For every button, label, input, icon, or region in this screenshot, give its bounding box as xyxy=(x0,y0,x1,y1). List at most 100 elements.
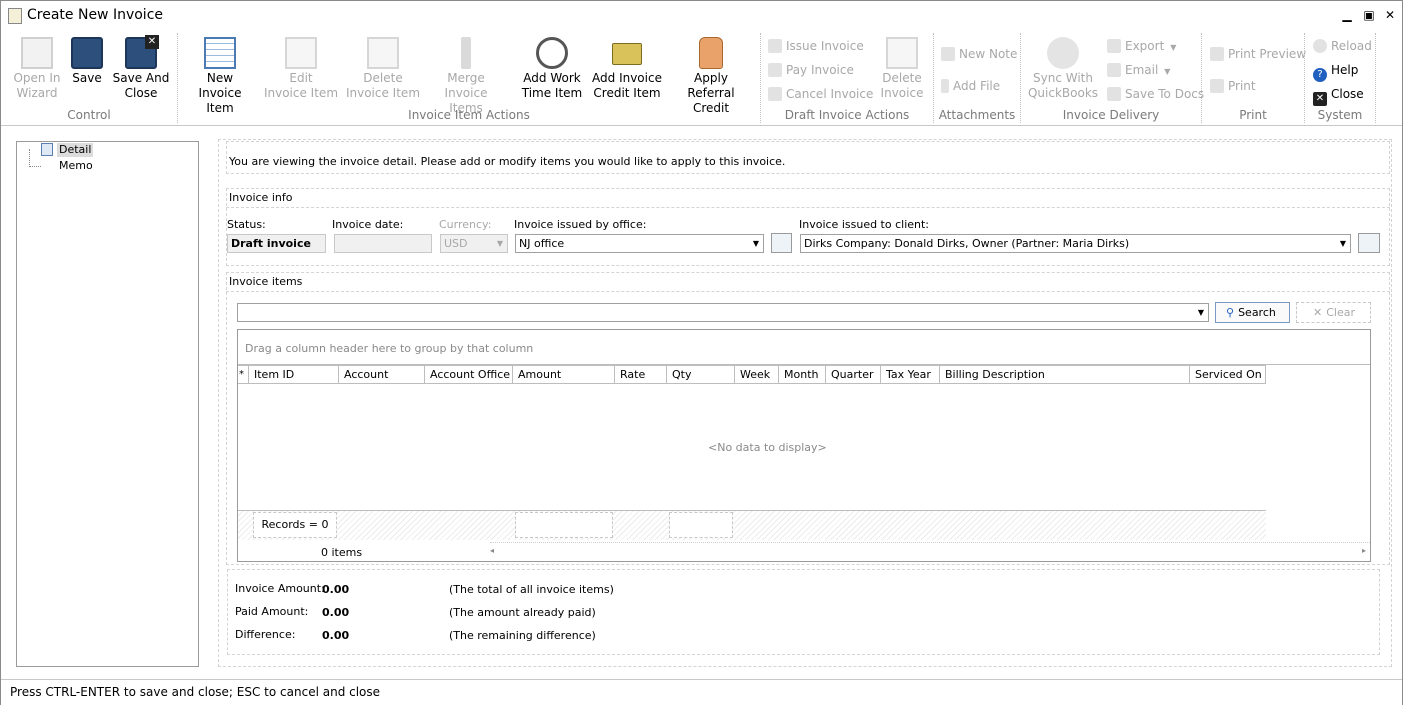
new-note-button[interactable]: New Note xyxy=(941,46,1017,62)
column-header-item-id[interactable]: Item ID xyxy=(249,365,339,384)
save-close-icon: ✕ xyxy=(125,35,159,69)
difference-desc: (The remaining difference) xyxy=(449,629,596,642)
edit-invoice-item-button[interactable]: Edit Invoice Item xyxy=(263,37,339,101)
export-button[interactable]: Export ▼ xyxy=(1107,38,1176,54)
print-button[interactable]: Print xyxy=(1210,78,1256,94)
column-header-account[interactable]: Account xyxy=(339,365,425,384)
items-search-combo[interactable]: ▼ xyxy=(237,303,1209,322)
new-invoice-item-button[interactable]: New Invoice Item xyxy=(183,37,257,116)
docs-icon xyxy=(1107,87,1121,101)
column-header-quarter[interactable]: Quarter xyxy=(826,365,881,384)
save-and-close-button[interactable]: ✕ Save And Close xyxy=(111,35,171,101)
column-header-account-office[interactable]: Account Office xyxy=(425,365,513,384)
invoice-date-field[interactable] xyxy=(334,234,432,253)
delete-item-icon xyxy=(367,37,399,69)
delete-invoice-button[interactable]: Delete Invoice xyxy=(875,37,929,101)
reload-button[interactable]: Reload xyxy=(1313,38,1372,54)
items-count: 0 items xyxy=(321,546,363,559)
tree-item-detail[interactable]: Detail xyxy=(57,143,94,157)
column-header-amount[interactable]: Amount xyxy=(513,365,615,384)
currency-select[interactable]: USD ▼ xyxy=(440,234,508,253)
sync-quickbooks-button[interactable]: Sync With QuickBooks xyxy=(1026,37,1100,101)
maximize-icon[interactable]: ▣ xyxy=(1361,7,1377,23)
print-preview-button[interactable]: Print Preview xyxy=(1210,46,1306,62)
scroll-left-icon[interactable]: ◂ xyxy=(490,546,494,555)
column-header-tax-year[interactable]: Tax Year xyxy=(881,365,940,384)
help-icon: ? xyxy=(1313,68,1327,82)
issue-icon xyxy=(768,39,782,53)
column-header-month[interactable]: Month xyxy=(779,365,826,384)
status-label: Status: xyxy=(227,218,266,231)
difference-label: Difference: xyxy=(235,628,296,641)
credit-card-icon xyxy=(612,43,642,65)
group-label-print: Print xyxy=(1239,108,1267,122)
horizontal-scrollbar[interactable]: ◂ ▸ xyxy=(490,542,1370,560)
difference-value: 0.00 xyxy=(322,629,350,642)
group-label-attachments: Attachments xyxy=(938,108,1016,122)
invoice-info-title: Invoice info xyxy=(229,191,293,204)
pay-invoice-button[interactable]: Pay Invoice xyxy=(768,62,854,78)
chevron-down-icon: ▼ xyxy=(1170,43,1177,52)
close-button[interactable]: ✕ Close xyxy=(1313,86,1364,106)
open-in-wizard-button[interactable]: Open In Wizard xyxy=(9,37,65,101)
navigation-tree: Detail Memo xyxy=(16,141,199,667)
column-header-qty[interactable]: Qty xyxy=(667,365,735,384)
invoice-amount-desc: (The total of all invoice items) xyxy=(449,583,614,596)
email-button[interactable]: Email ▼ xyxy=(1107,62,1170,78)
group-label-item-actions: Invoice Item Actions xyxy=(408,108,530,122)
tree-connector xyxy=(29,149,41,167)
group-label-system: System xyxy=(1317,108,1363,122)
new-item-grid-icon xyxy=(204,37,236,69)
section-divider xyxy=(226,207,1390,208)
empty-grid-text: <No data to display> xyxy=(708,441,827,454)
clear-button[interactable]: ✕ Clear xyxy=(1296,302,1371,323)
search-icon: ⚲ xyxy=(1226,306,1235,319)
status-bar: Press CTRL-ENTER to save and close; ESC … xyxy=(1,679,1402,705)
currency-label: Currency: xyxy=(439,218,492,231)
reload-icon xyxy=(1313,39,1327,53)
group-panel-hint: Drag a column header here to group by th… xyxy=(245,342,534,355)
cancel-invoice-button[interactable]: Cancel Invoice xyxy=(768,86,873,102)
merge-icon xyxy=(461,37,471,69)
issue-invoice-button[interactable]: Issue Invoice xyxy=(768,38,864,54)
client-card-icon[interactable] xyxy=(1358,233,1380,253)
merge-invoice-items-button[interactable]: Merge Invoice Items xyxy=(427,37,505,116)
edit-item-icon xyxy=(285,37,317,69)
help-button[interactable]: ? Help xyxy=(1313,62,1358,82)
save-button[interactable]: Save xyxy=(67,37,107,86)
stopwatch-icon xyxy=(536,37,568,69)
office-details-icon[interactable] xyxy=(771,233,792,253)
scroll-right-icon[interactable]: ▸ xyxy=(1362,546,1366,555)
column-header-serviced-on[interactable]: Serviced On xyxy=(1190,365,1266,384)
column-header-week[interactable]: Week xyxy=(735,365,779,384)
issuing-office-select[interactable]: NJ office ▼ xyxy=(515,234,764,253)
note-icon xyxy=(941,47,955,61)
delete-invoice-item-button[interactable]: Delete Invoice Item xyxy=(345,37,421,101)
search-button[interactable]: ⚲ Search xyxy=(1215,302,1290,323)
tree-item-memo[interactable]: Memo xyxy=(57,159,95,173)
add-invoice-credit-item-button[interactable]: Add Invoice Credit Item xyxy=(591,37,663,101)
info-message: You are viewing the invoice detail. Plea… xyxy=(229,155,786,168)
add-file-button[interactable]: Add File xyxy=(941,78,1000,94)
client-select[interactable]: Dirks Company: Donald Dirks, Owner (Part… xyxy=(800,234,1351,253)
minimize-icon[interactable]: ▁ xyxy=(1339,7,1355,23)
chevron-down-icon: ▼ xyxy=(752,239,759,248)
apply-referral-credit-button[interactable]: Apply Referral Credit xyxy=(669,37,753,116)
close-window-icon[interactable]: ✕ xyxy=(1382,7,1398,23)
add-work-time-item-button[interactable]: Add Work Time Item xyxy=(517,37,587,101)
close-icon: ✕ xyxy=(1313,92,1327,106)
issuing-office-label: Invoice issued by office: xyxy=(514,218,647,231)
envelope-icon xyxy=(1107,63,1121,77)
invoice-amount-label: Invoice Amount: xyxy=(235,582,325,595)
column-header-billing-description[interactable]: Billing Description xyxy=(940,365,1190,384)
thumbs-up-icon xyxy=(699,37,723,69)
preview-icon xyxy=(1210,47,1224,61)
chevron-down-icon: ▼ xyxy=(496,239,503,248)
pay-icon xyxy=(768,63,782,77)
column-header-rate[interactable]: Rate xyxy=(615,365,667,384)
save-to-docs-button[interactable]: Save To Docs xyxy=(1107,86,1204,102)
chevron-down-icon: ▼ xyxy=(1197,308,1204,317)
save-disk-icon xyxy=(71,37,103,69)
footer-summary-cell xyxy=(515,512,613,538)
paperclip-icon xyxy=(941,79,949,93)
